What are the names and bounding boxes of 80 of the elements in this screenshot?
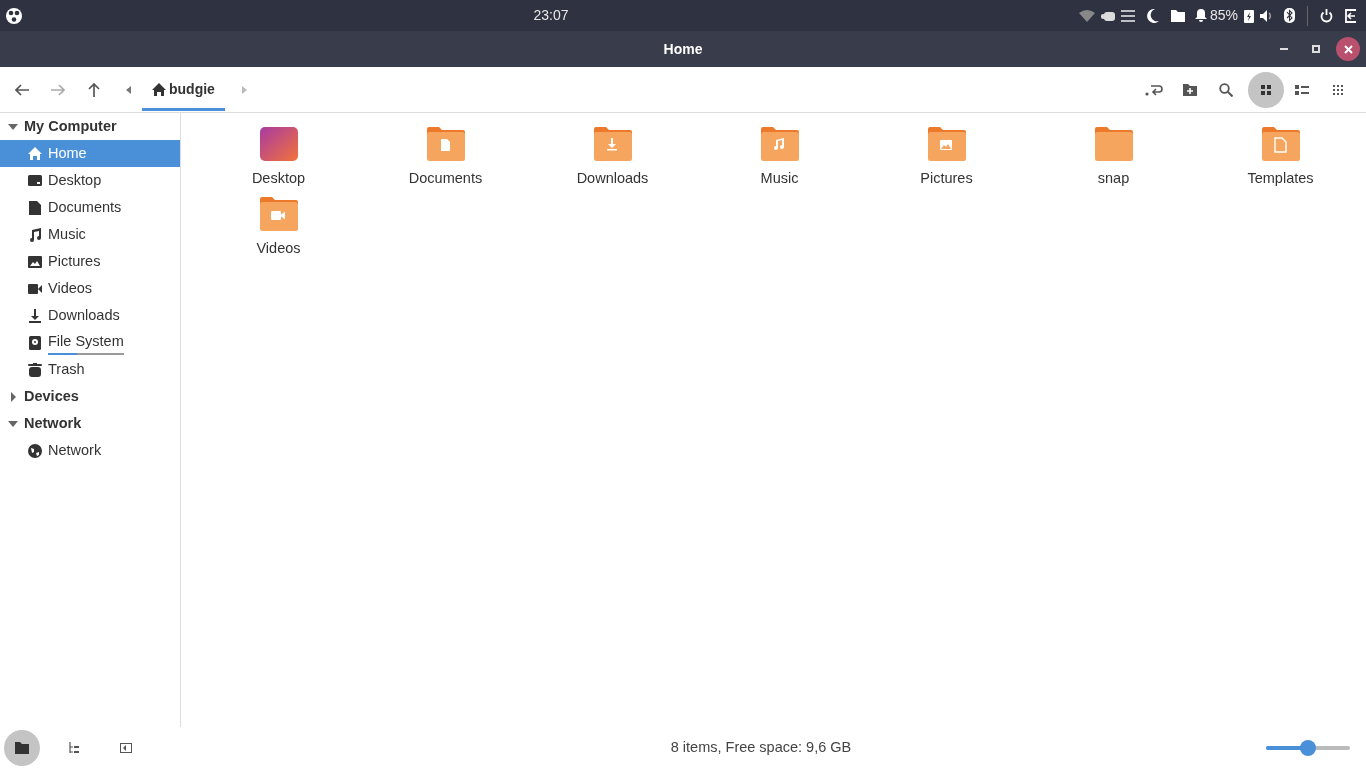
file-name[interactable]: Desktop (251, 168, 306, 190)
icon-view-button[interactable] (1248, 71, 1284, 108)
power-icon[interactable] (1320, 8, 1333, 23)
file-name[interactable]: Videos (256, 237, 301, 260)
sidebar-item[interactable]: Music (0, 221, 180, 248)
sidebar-section-header[interactable]: Devices (0, 383, 180, 410)
search-icon (1219, 82, 1233, 97)
caret-icon (8, 420, 18, 427)
wifi-icon[interactable] (1078, 9, 1095, 22)
zoom-slider-thumb[interactable] (1300, 739, 1316, 756)
file-name[interactable]: Templates (1247, 168, 1314, 190)
sidebar-item[interactable]: Pictures (0, 248, 180, 275)
volume-icon[interactable] (1260, 8, 1274, 23)
caret-icon (8, 123, 18, 130)
dot-grid-icon (1333, 84, 1343, 95)
sidebar-item[interactable]: Videos (0, 275, 180, 302)
moon-icon[interactable] (1146, 8, 1159, 23)
video-folder-icon[interactable] (258, 195, 299, 232)
folder-icon[interactable] (1170, 9, 1185, 22)
sidebar-section-header[interactable]: Network (0, 410, 180, 437)
logout-icon[interactable] (1345, 8, 1357, 23)
template-folder-icon[interactable] (1260, 126, 1301, 162)
new-folder-icon (1183, 83, 1197, 96)
caret-icon (8, 391, 18, 402)
sidebar-item[interactable]: Downloads (0, 302, 180, 329)
folder-icon (15, 741, 29, 754)
file-name[interactable]: Documents (408, 168, 483, 190)
menu-logo-icon[interactable] (5, 6, 23, 25)
sidebar-item[interactable]: Network (0, 437, 180, 464)
up-arrow-icon (88, 82, 100, 97)
breadcrumb-home[interactable]: budgie (142, 71, 225, 111)
grid-icon (1260, 83, 1272, 96)
left-triangle-icon (125, 85, 131, 94)
close-button[interactable] (1336, 37, 1360, 61)
forward-arrow-icon (51, 83, 65, 96)
music-note-icon (28, 227, 42, 242)
drive-icon (28, 335, 42, 350)
sidebar-section-header[interactable]: My Computer (0, 113, 180, 140)
back-arrow-icon (15, 83, 29, 96)
zoom-slider[interactable] (1266, 739, 1350, 756)
desktop-folder-icon[interactable] (258, 126, 299, 162)
cup-icon[interactable] (1100, 10, 1115, 21)
maximize-icon (1312, 45, 1320, 53)
window-title: Home (663, 39, 703, 59)
battery-icon[interactable] (1244, 8, 1254, 23)
return-arrow-icon (1145, 83, 1163, 96)
bluetooth-icon[interactable] (1284, 8, 1295, 23)
trash-icon (28, 362, 42, 377)
document-folder-icon[interactable] (425, 126, 466, 162)
picture-folder-icon[interactable] (926, 126, 967, 162)
globe-icon (28, 443, 42, 458)
list-icon (1295, 83, 1309, 96)
tree-icon (68, 741, 80, 754)
video-camera-icon (28, 281, 42, 296)
sidebar-toggle-icon (120, 742, 132, 753)
desktop-icon (28, 173, 42, 188)
file-name[interactable]: snap (1097, 168, 1130, 190)
file-name[interactable]: Music (760, 168, 799, 190)
sidebar-item[interactable]: File System (0, 329, 180, 356)
places-pane-button[interactable] (4, 729, 40, 766)
download-icon (28, 308, 42, 323)
right-triangle-icon (242, 85, 248, 94)
file-name[interactable]: Downloads (576, 168, 649, 190)
document-icon (28, 200, 42, 215)
sidebar-item[interactable]: Trash (0, 356, 180, 383)
picture-icon (28, 254, 42, 269)
clock[interactable]: 23:07 (533, 5, 569, 26)
close-icon (1343, 44, 1353, 54)
sidebar-item[interactable]: Desktop (0, 167, 180, 194)
bell-icon[interactable] (1194, 9, 1207, 22)
file-name[interactable]: Pictures (920, 168, 973, 190)
home-icon (152, 83, 166, 96)
minimize-icon (1280, 48, 1288, 50)
sidebar-item[interactable]: Documents (0, 194, 180, 221)
download-folder-icon[interactable] (592, 126, 633, 162)
home-icon (28, 146, 42, 161)
menu-icon[interactable] (1120, 8, 1135, 23)
battery-percentage[interactable]: 85% (1209, 5, 1238, 26)
status-text: 8 items, Free space: 9,6 GB (669, 737, 852, 757)
music-folder-icon[interactable] (759, 126, 800, 162)
